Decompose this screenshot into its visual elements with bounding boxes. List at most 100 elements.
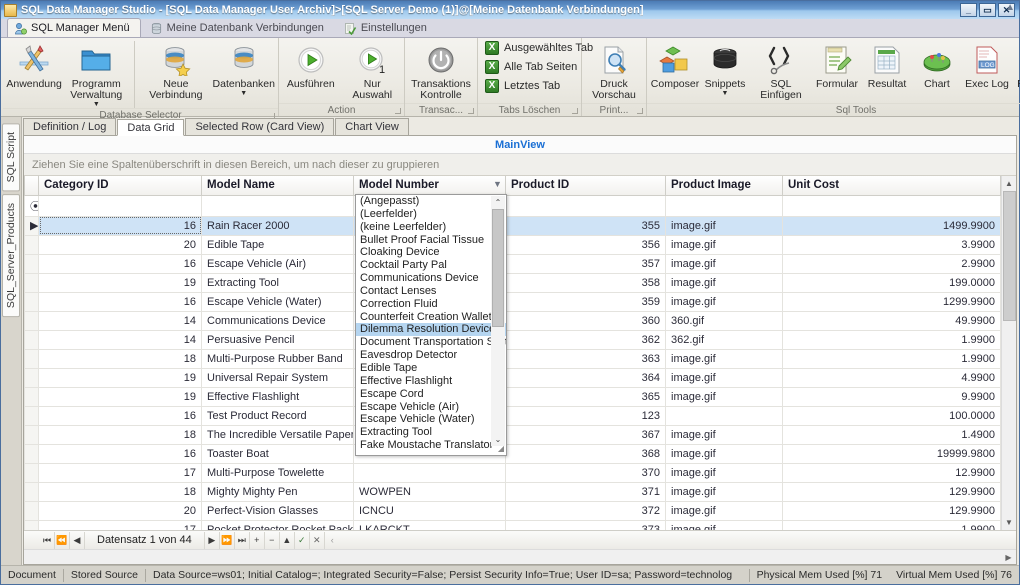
cell-category-id[interactable]: 20 xyxy=(39,235,202,254)
cell-unit-cost[interactable]: 100.0000 xyxy=(783,406,1001,425)
ribbon-button-ausgewaehltes-tab[interactable]: X Ausgewähltes Tab xyxy=(482,40,596,56)
cell-product-image[interactable]: image.gif xyxy=(666,501,783,520)
cell-product-image[interactable]: 362.gif xyxy=(666,330,783,349)
column-header-unit-cost[interactable]: Unit Cost xyxy=(783,176,1001,195)
filter-option[interactable]: Bullet Proof Facial Tissue xyxy=(356,234,506,247)
cell-unit-cost[interactable]: 1.9900 xyxy=(783,349,1001,368)
cell-model-name[interactable]: Effective Flashlight xyxy=(202,387,354,406)
ribbon-button-sql-einfuegen[interactable]: SQL Einfügen xyxy=(750,41,812,101)
cell-model-name[interactable]: The Incredible Versatile Paperclip xyxy=(202,425,354,444)
nav-last-button[interactable]: ⏭ xyxy=(235,532,250,549)
ribbon-tab-sql-manager-menu[interactable]: SQL Manager Menü xyxy=(7,18,141,37)
filter-cell-product-id[interactable] xyxy=(506,195,666,216)
cell-product-image[interactable]: image.gif xyxy=(666,216,783,235)
cell-category-id[interactable]: 16 xyxy=(39,254,202,273)
group-by-panel[interactable]: Ziehen Sie eine Spaltenüberschrift in di… xyxy=(24,154,1016,176)
cell-product-image[interactable]: image.gif xyxy=(666,292,783,311)
table-row[interactable]: 17 Pocket Protector Rocket Pack LKARCKT … xyxy=(25,520,1001,530)
cell-category-id[interactable]: 16 xyxy=(39,406,202,425)
cell-category-id[interactable]: 16 xyxy=(39,292,202,311)
nav-next-page-button[interactable]: ⏩ xyxy=(220,532,235,549)
cell-model-name[interactable]: Test Product Record xyxy=(202,406,354,425)
filter-option[interactable]: Escape Cord xyxy=(356,388,506,401)
filter-option[interactable]: Escape Vehicle (Air) xyxy=(356,401,506,414)
cell-model-name[interactable]: Perfect-Vision Glasses xyxy=(202,501,354,520)
ribbon-tab-einstellungen[interactable]: Einstellungen xyxy=(337,18,438,37)
cell-category-id[interactable]: 20 xyxy=(39,501,202,520)
table-row[interactable]: 17 Multi-Purpose Towelette 370 image.gif… xyxy=(25,463,1001,482)
table-row[interactable]: 20 Perfect-Vision Glasses ICNCU 372 imag… xyxy=(25,501,1001,520)
cell-model-name[interactable]: Universal Repair System xyxy=(202,368,354,387)
nav-prev-button[interactable]: ◀ xyxy=(70,532,85,549)
nav-cancel-button[interactable]: ✕ xyxy=(310,532,325,549)
filter-option[interactable]: (Leerfelder) xyxy=(356,208,506,221)
cell-category-id[interactable]: 17 xyxy=(39,463,202,482)
cell-product-image[interactable]: image.gif xyxy=(666,349,783,368)
cell-unit-cost[interactable]: 129.9900 xyxy=(783,501,1001,520)
cell-model-number[interactable]: WOWPEN xyxy=(354,482,506,501)
ribbon-button-programm-verwaltung[interactable]: Programm Verwaltung ▼ xyxy=(68,41,124,108)
cell-unit-cost[interactable]: 1.4900 xyxy=(783,425,1001,444)
cell-model-name[interactable]: Escape Vehicle (Water) xyxy=(202,292,354,311)
cell-product-image[interactable]: image.gif xyxy=(666,235,783,254)
cell-unit-cost[interactable]: 9.9900 xyxy=(783,387,1001,406)
cell-unit-cost[interactable]: 129.9900 xyxy=(783,482,1001,501)
cell-product-id[interactable]: 360 xyxy=(506,311,666,330)
nav-edit-button[interactable]: ▲ xyxy=(280,532,295,549)
cell-model-name[interactable]: Persuasive Pencil xyxy=(202,330,354,349)
cell-unit-cost[interactable]: 2.9900 xyxy=(783,254,1001,273)
cell-product-image[interactable]: image.gif xyxy=(666,482,783,501)
cell-unit-cost[interactable]: 1299.9900 xyxy=(783,292,1001,311)
filter-option[interactable]: Escape Vehicle (Water) xyxy=(356,413,506,426)
filter-cell-product-image[interactable] xyxy=(666,195,783,216)
cell-category-id[interactable]: 18 xyxy=(39,482,202,501)
nav-delete-button[interactable]: − xyxy=(265,532,280,549)
cell-model-name[interactable]: Multi-Purpose Rubber Band xyxy=(202,349,354,368)
filter-icon[interactable]: ▼ xyxy=(493,180,502,189)
cell-product-id[interactable]: 372 xyxy=(506,501,666,520)
cell-category-id[interactable]: 18 xyxy=(39,425,202,444)
cell-model-name[interactable]: Mighty Mighty Pen xyxy=(202,482,354,501)
cell-unit-cost[interactable]: 3.9900 xyxy=(783,235,1001,254)
ribbon-button-druck-vorschau[interactable]: Druck Vorschau xyxy=(585,41,643,101)
column-header-product-id[interactable]: Product ID xyxy=(506,176,666,195)
cell-product-id[interactable]: 362 xyxy=(506,330,666,349)
cell-category-id[interactable]: 19 xyxy=(39,273,202,292)
nav-refresh-button[interactable]: ‹ xyxy=(325,532,340,549)
filter-option[interactable]: Fake Moustache Translator xyxy=(356,439,506,452)
table-row[interactable]: 19 Universal Repair System 364 image.gif… xyxy=(25,368,1001,387)
nav-add-button[interactable]: + xyxy=(250,532,265,549)
cell-model-number[interactable] xyxy=(354,463,506,482)
table-row[interactable]: 18 The Incredible Versatile Paperclip 36… xyxy=(25,425,1001,444)
ribbon-button-snippets[interactable]: Snippets ▼ xyxy=(700,41,750,97)
scrollbar-thumb[interactable] xyxy=(1003,191,1016,321)
cell-unit-cost[interactable]: 19999.9800 xyxy=(783,444,1001,463)
grid-horizontal-scrollbar[interactable]: ▶ xyxy=(24,549,1016,564)
cell-product-id[interactable]: 359 xyxy=(506,292,666,311)
table-row[interactable]: 14 Persuasive Pencil 362 362.gif 1.9900 xyxy=(25,330,1001,349)
cell-unit-cost[interactable]: 4.9900 xyxy=(783,368,1001,387)
ribbon-button-alle-tab-seiten[interactable]: X Alle Tab Seiten xyxy=(482,59,596,75)
resize-grip-icon[interactable]: ◢ xyxy=(495,445,504,454)
cell-unit-cost[interactable]: 1499.9900 xyxy=(783,216,1001,235)
cell-product-image[interactable]: image.gif xyxy=(666,520,783,530)
cell-product-id[interactable]: 371 xyxy=(506,482,666,501)
cell-product-image[interactable]: image.gif xyxy=(666,444,783,463)
table-row[interactable]: 16 Escape Vehicle (Water) 359 image.gif … xyxy=(25,292,1001,311)
cell-unit-cost[interactable]: 49.9900 xyxy=(783,311,1001,330)
ribbon-tab-meine-datenbank-verbindungen[interactable]: Meine Datenbank Verbindungen xyxy=(143,18,335,37)
model-number-filter-dropdown[interactable]: (Angepasst) (Leerfelder) (keine Leerfeld… xyxy=(355,194,507,456)
filter-option[interactable]: Document Transportation System xyxy=(356,336,506,349)
cell-model-name[interactable]: Edible Tape xyxy=(202,235,354,254)
ribbon-button-transaktions-kontrolle[interactable]: Transaktions Kontrolle xyxy=(408,41,474,101)
cell-product-id[interactable]: 370 xyxy=(506,463,666,482)
ribbon-button-nur-auswahl[interactable]: 1 Nur Auswahl xyxy=(344,41,402,101)
cell-product-id[interactable]: 123 xyxy=(506,406,666,425)
ribbon-button-letztes-tab[interactable]: X Letztes Tab xyxy=(482,78,596,94)
ribbon-button-exec-log[interactable]: LOG Exec Log xyxy=(962,41,1012,90)
scroll-up-icon[interactable]: ▲ xyxy=(1002,176,1017,191)
table-row[interactable]: 19 Effective Flashlight 365 image.gif 9.… xyxy=(25,387,1001,406)
cell-product-image[interactable]: image.gif xyxy=(666,387,783,406)
scroll-down-icon[interactable]: ▼ xyxy=(1002,515,1017,530)
cell-product-id[interactable]: 364 xyxy=(506,368,666,387)
